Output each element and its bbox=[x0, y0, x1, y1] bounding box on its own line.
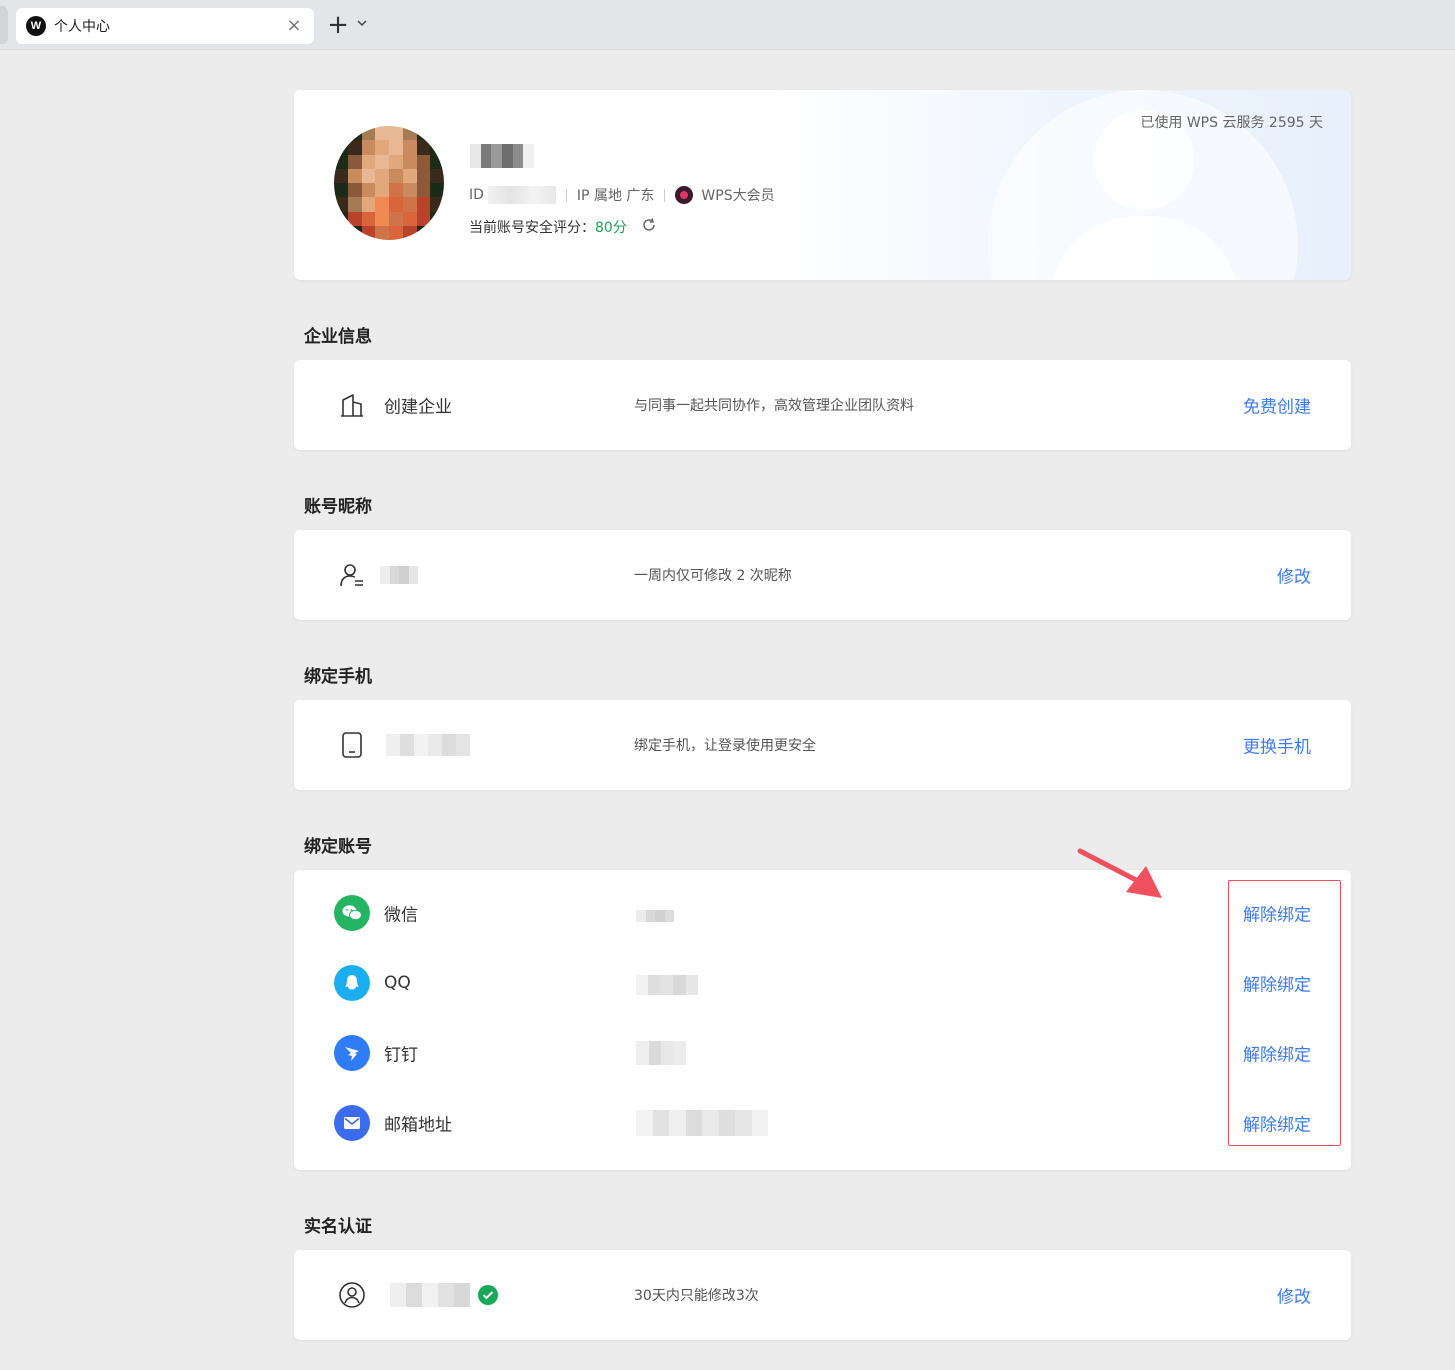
section-title-enterprise: 企业信息 bbox=[304, 327, 372, 347]
section-title-nickname: 账号昵称 bbox=[304, 497, 372, 517]
mobile-phone-icon bbox=[334, 727, 370, 763]
profile-meta-line: ID IP 属地 广东 WPS大会员 bbox=[469, 185, 775, 205]
wechat-icon bbox=[334, 895, 370, 931]
user-profile-icon bbox=[334, 557, 370, 593]
free-create-button[interactable]: 免费创建 bbox=[1243, 393, 1311, 418]
section-title-realname: 实名认证 bbox=[304, 1217, 372, 1237]
bound-account-row-dingtalk: 钉钉 解除绑定 bbox=[294, 1018, 1351, 1088]
realname-redacted bbox=[390, 1283, 470, 1307]
enterprise-description: 与同事一起共同协作，高效管理企业团队资料 bbox=[634, 398, 914, 414]
divider bbox=[664, 188, 666, 202]
tab-personal-center[interactable]: W 个人中心 × bbox=[16, 8, 314, 44]
wechat-account-redacted bbox=[636, 910, 674, 922]
dingtalk-label: 钉钉 bbox=[384, 1045, 418, 1066]
divider bbox=[565, 188, 567, 202]
refresh-icon[interactable] bbox=[641, 217, 657, 237]
create-enterprise-label: 创建企业 bbox=[384, 397, 452, 418]
qq-label: QQ bbox=[384, 973, 411, 993]
nickname-row: 一周内仅可修改 2 次昵称 修改 bbox=[294, 540, 1351, 610]
realname-card: 30天内只能修改3次 修改 bbox=[294, 1250, 1351, 1340]
security-score-label: 当前账号安全评分： bbox=[469, 220, 595, 236]
bound-account-row-qq: QQ 解除绑定 bbox=[294, 948, 1351, 1018]
bound-account-row-email: 邮箱地址 解除绑定 bbox=[294, 1088, 1351, 1158]
ip-location: IP 属地 广东 bbox=[576, 188, 655, 204]
new-tab-plus-icon[interactable]: + bbox=[326, 12, 350, 38]
mail-icon bbox=[334, 1105, 370, 1141]
email-label: 邮箱地址 bbox=[384, 1115, 452, 1136]
close-icon[interactable]: × bbox=[284, 16, 304, 36]
previous-tab-edge[interactable] bbox=[0, 6, 8, 44]
edit-nickname-button[interactable]: 修改 bbox=[1277, 563, 1311, 588]
section-title-bound-accounts: 绑定账号 bbox=[304, 837, 372, 857]
username-redacted bbox=[470, 144, 535, 168]
qq-icon bbox=[334, 965, 370, 1001]
enterprise-card: 创建企业 与同事一起共同协作，高效管理企业团队资料 免费创建 bbox=[294, 360, 1351, 450]
section-title-phone: 绑定手机 bbox=[304, 667, 372, 687]
membership-label[interactable]: WPS大会员 bbox=[701, 185, 774, 205]
avatar[interactable] bbox=[334, 126, 444, 240]
dingtalk-account-redacted bbox=[636, 1041, 686, 1065]
building-icon bbox=[334, 387, 370, 423]
phone-number-redacted bbox=[386, 734, 470, 756]
phone-card: 绑定手机，让登录使用更安全 更换手机 bbox=[294, 700, 1351, 790]
cloud-usage-days: 已使用 WPS 云服务 2595 天 bbox=[1140, 115, 1323, 131]
chevron-down-icon[interactable] bbox=[354, 17, 370, 33]
edit-realname-button[interactable]: 修改 bbox=[1277, 1283, 1311, 1308]
realname-row: 30天内只能修改3次 修改 bbox=[294, 1260, 1351, 1330]
change-phone-button[interactable]: 更换手机 bbox=[1243, 733, 1311, 758]
annotation-arrow-icon bbox=[1077, 848, 1162, 898]
security-score-line: 当前账号安全评分： 80分 bbox=[469, 217, 657, 237]
bound-account-row-wechat: 微信 解除绑定 bbox=[294, 878, 1351, 948]
qq-account-redacted bbox=[636, 975, 699, 995]
phone-row: 绑定手机，让登录使用更安全 更换手机 bbox=[294, 710, 1351, 780]
email-account-redacted bbox=[636, 1110, 768, 1136]
security-score-value: 80分 bbox=[595, 220, 627, 236]
wechat-label: 微信 bbox=[384, 905, 418, 926]
profile-card: ID IP 属地 广东 WPS大会员 当前账号安全评分： 80分 已使用 WPS… bbox=[294, 90, 1351, 280]
verified-check-icon bbox=[478, 1285, 498, 1305]
annotation-highlight-box bbox=[1228, 880, 1341, 1146]
id-label: ID bbox=[469, 187, 484, 203]
phone-description: 绑定手机，让登录使用更安全 bbox=[634, 738, 816, 754]
bound-accounts-card: 微信 解除绑定 QQ 解除绑定 钉钉 解除绑定 邮箱地址 解除绑定 bbox=[294, 870, 1351, 1170]
nickname-card: 一周内仅可修改 2 次昵称 修改 bbox=[294, 530, 1351, 620]
enterprise-row: 创建企业 与同事一起共同协作，高效管理企业团队资料 免费创建 bbox=[294, 370, 1351, 440]
browser-tab-bar: W 个人中心 × + bbox=[0, 0, 1455, 50]
nickname-redacted bbox=[380, 566, 418, 584]
vip-member-icon bbox=[675, 186, 694, 204]
dingtalk-icon bbox=[334, 1035, 370, 1071]
realname-description: 30天内只能修改3次 bbox=[634, 1288, 759, 1304]
tab-title: 个人中心 bbox=[54, 19, 110, 35]
id-value-redacted bbox=[487, 186, 556, 204]
nickname-description: 一周内仅可修改 2 次昵称 bbox=[634, 568, 792, 584]
id-verification-icon bbox=[334, 1277, 370, 1313]
wps-logo-icon: W bbox=[26, 16, 46, 36]
